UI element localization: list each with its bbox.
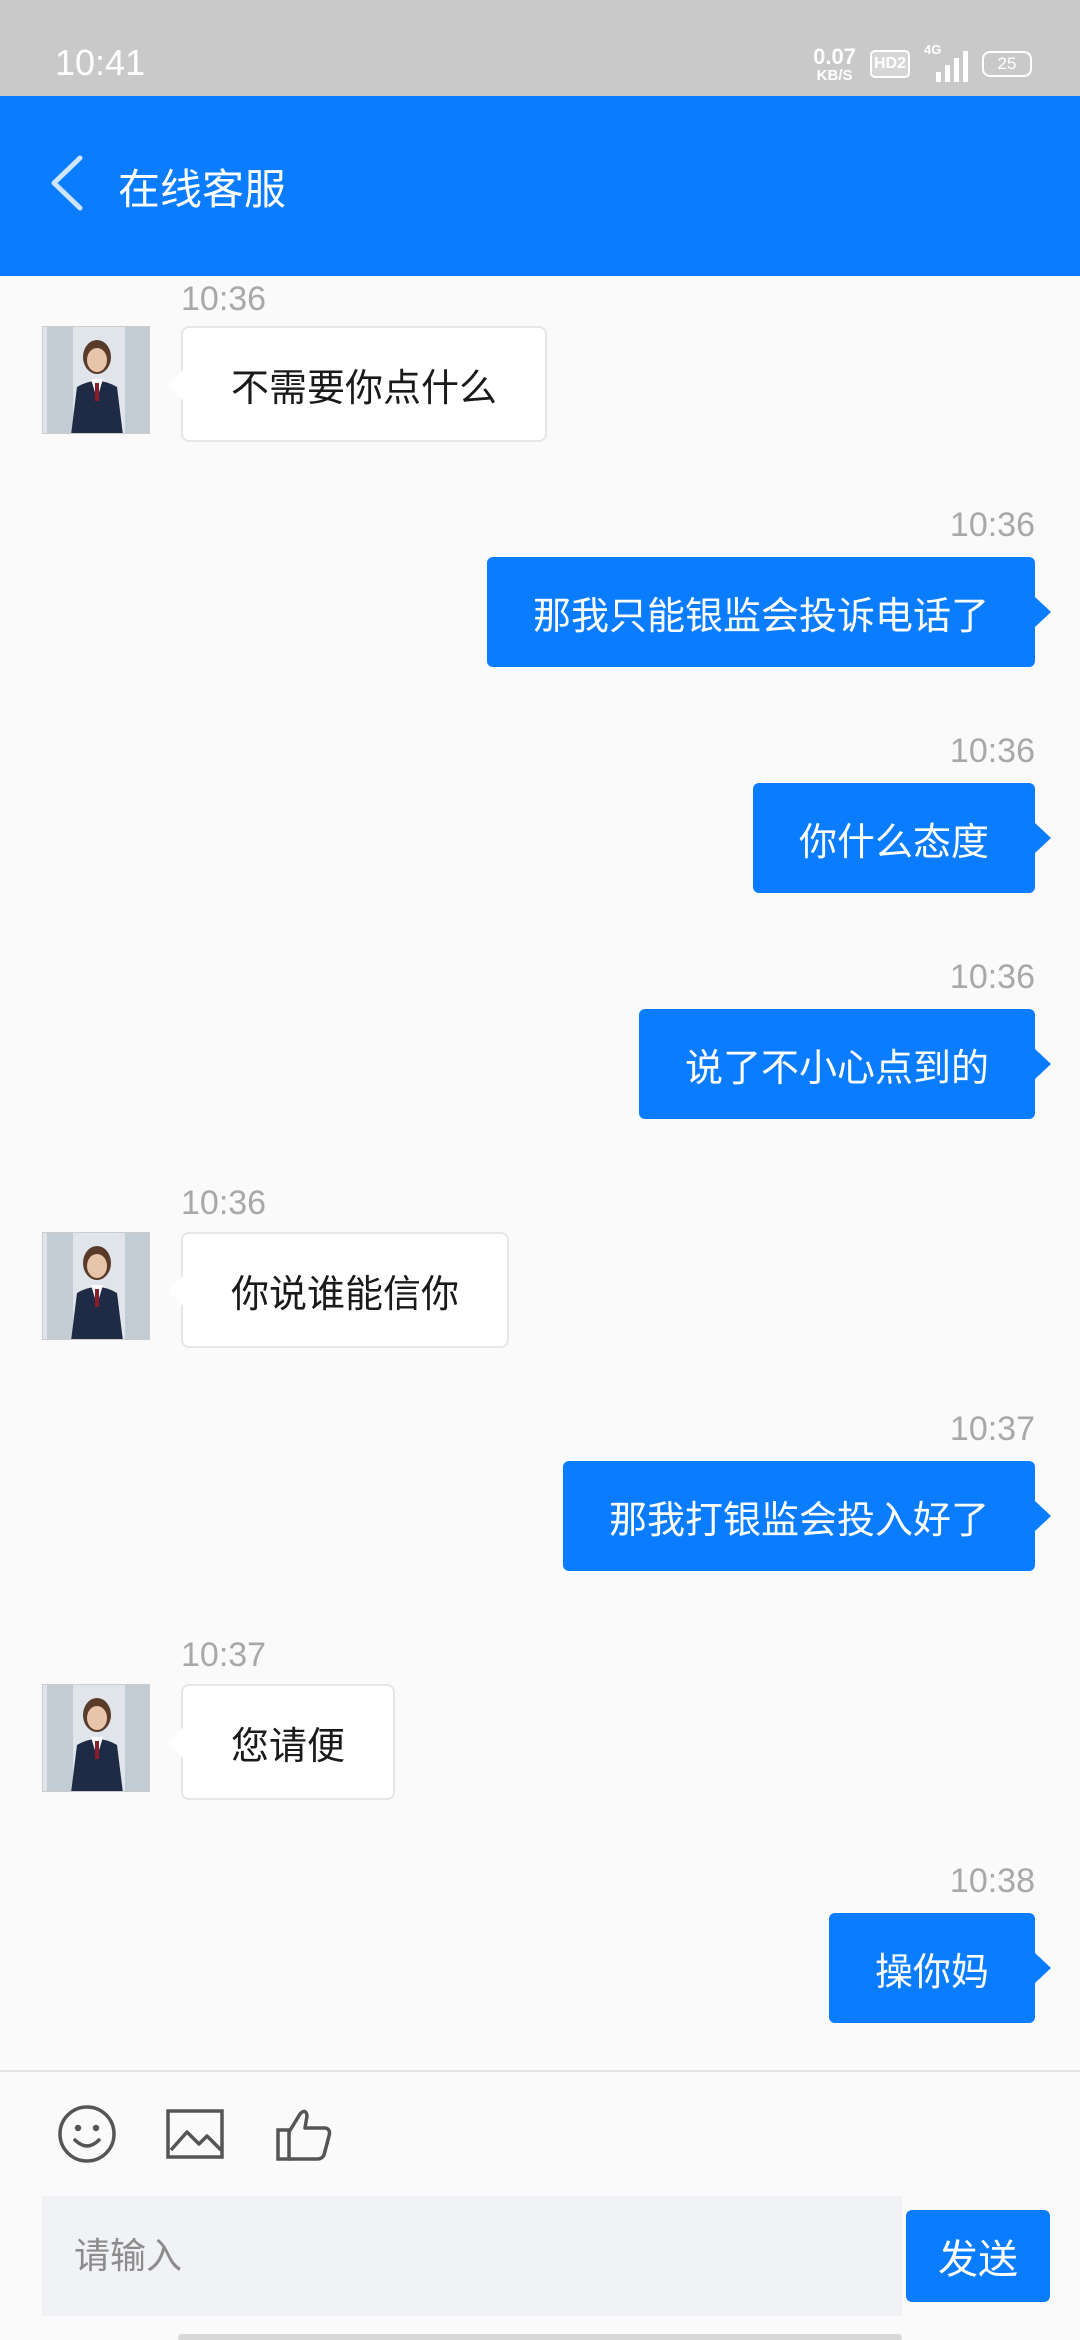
outgoing-message-bubble[interactable]: 你什么态度: [752, 783, 1052, 893]
status-bar: 10:41 0.07 KB/S HD2 4G 25: [0, 0, 1080, 96]
message-timestamp: 10:36: [949, 958, 1035, 996]
agent-avatar-image: [43, 327, 149, 433]
outgoing-message-bubble[interactable]: 那我只能银监会投诉电话了: [486, 557, 1052, 667]
outgoing-message-bubble[interactable]: 那我打银监会投入好了: [562, 1461, 1052, 1571]
app-header: 在线客服: [0, 96, 1080, 276]
status-icons: 0.07 KB/S HD2 4G 25: [813, 42, 1032, 84]
status-time: 10:41: [55, 42, 146, 83]
battery-level: 25: [997, 54, 1017, 73]
chevron-left-icon: [51, 155, 83, 211]
signal-icon: 4G: [924, 42, 968, 82]
message-timestamp: 10:38: [949, 1862, 1035, 1900]
message-timestamp: 10:36: [949, 732, 1035, 770]
message-input[interactable]: [42, 2196, 902, 2316]
agent-avatar[interactable]: [42, 1232, 150, 1340]
message-timestamp: 10:36: [181, 280, 267, 318]
send-button[interactable]: 发送: [906, 2210, 1050, 2302]
emoji-icon[interactable]: [55, 2102, 119, 2166]
outgoing-message-bubble[interactable]: 操你妈: [828, 1913, 1052, 2023]
incoming-message-bubble[interactable]: 你说谁能信你: [167, 1232, 510, 1348]
agent-avatar[interactable]: [42, 326, 150, 434]
hd-icon: HD2: [870, 50, 910, 78]
battery-icon: 25: [982, 51, 1032, 77]
message-timestamp: 10:37: [949, 1410, 1035, 1448]
net-speed-value: 0.07: [813, 43, 856, 69]
net-speed: 0.07 KB/S: [813, 43, 856, 84]
image-icon[interactable]: [163, 2102, 227, 2166]
incoming-message-bubble[interactable]: 您请便: [167, 1684, 396, 1800]
chat-list[interactable]: 10:36 不需要你点什么 10:36 那我只能银监会投诉电话了 10:36 你…: [0, 276, 1080, 2068]
agent-avatar[interactable]: [42, 1684, 150, 1792]
net-speed-unit: KB/S: [816, 66, 853, 84]
incoming-message-bubble[interactable]: 不需要你点什么: [167, 326, 548, 442]
composer-toolbar: 发送: [0, 2070, 1080, 2340]
message-timestamp: 10:36: [949, 506, 1035, 544]
back-button[interactable]: [38, 138, 98, 228]
page-title: 在线客服: [118, 165, 287, 214]
thumbs-up-icon[interactable]: [272, 2102, 336, 2166]
home-indicator: [178, 2334, 902, 2340]
message-timestamp: 10:37: [181, 1636, 267, 1674]
outgoing-message-bubble[interactable]: 说了不小心点到的: [638, 1009, 1052, 1119]
agent-avatar-image: [43, 1233, 149, 1339]
network-type: 4G: [924, 42, 942, 57]
message-timestamp: 10:36: [181, 1184, 267, 1222]
agent-avatar-image: [43, 1685, 149, 1791]
